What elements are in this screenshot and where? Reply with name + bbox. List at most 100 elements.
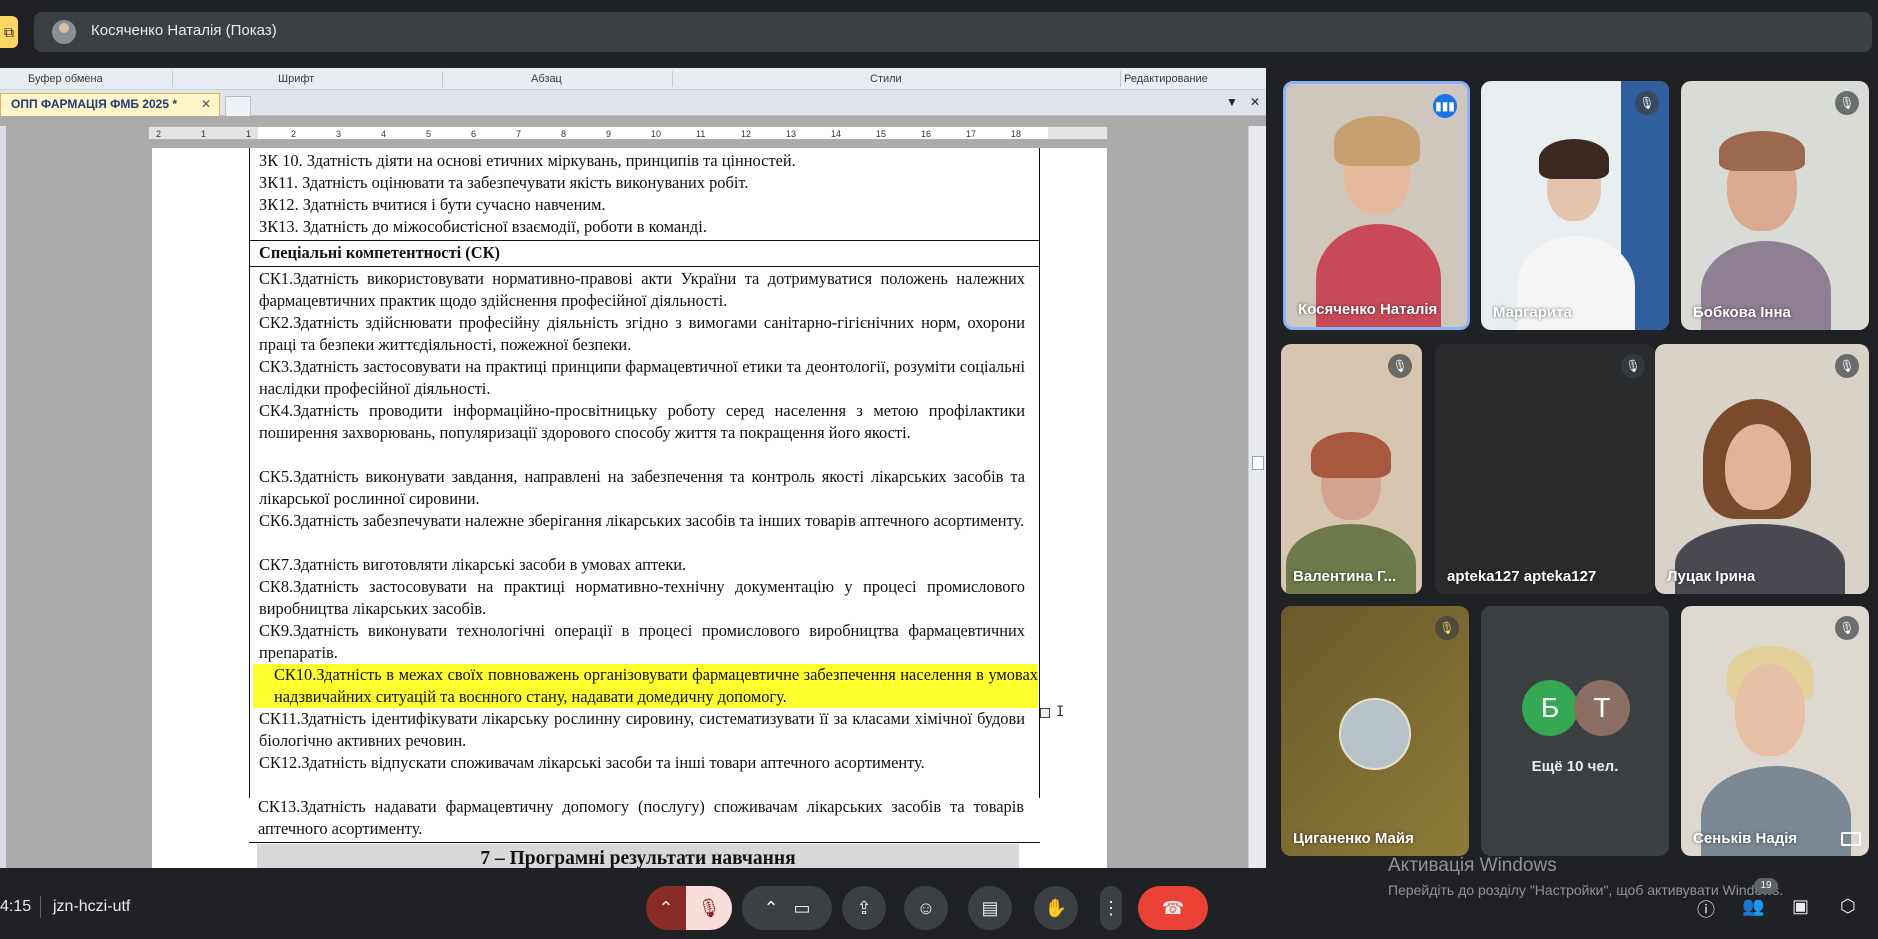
ruler-number: 4 (381, 129, 386, 139)
captions-icon: ▤ (981, 898, 999, 918)
document-page[interactable]: ЗК 10. Здатність діяти на основі етичних… (152, 148, 1107, 868)
ruler-number: 12 (741, 129, 751, 139)
emoji-icon: ☺ (916, 898, 936, 918)
pip-icon[interactable] (1841, 832, 1861, 846)
sk5-item: СК5.Здатність виконувати завдання, напра… (259, 467, 1025, 508)
scrollbar-thumb[interactable] (1252, 456, 1264, 470)
people-icon[interactable]: 👥 (1742, 896, 1764, 917)
close-window-icon[interactable]: ✕ (1250, 95, 1260, 109)
ruler-number: 6 (471, 129, 476, 139)
ruler-number: 2 (291, 129, 296, 139)
ruler-number: 1 (246, 129, 251, 139)
chat-icon[interactable]: ▣ (1792, 896, 1809, 917)
speaking-indicator-icon: ▮▮▮ (1433, 94, 1457, 118)
participant-name: Циганенко Майя (1293, 830, 1414, 847)
participant-tile-bobkova[interactable]: 🎙 Бобкова Інна (1681, 81, 1869, 330)
sk2-item: СК2.Здатність здійснювати професійну дія… (259, 313, 1025, 354)
sk11-item: СК11.Здатність ідентифікувати лікарську … (259, 709, 1025, 750)
document-tab-title: ОПП ФАРМАЦІЯ ФМБ 2025 * (11, 97, 177, 111)
mic-off-icon: 🎙 (1835, 91, 1859, 115)
camera-icon: ▭ (793, 898, 811, 918)
zk13-line: ЗК13. Здатність до міжособистісної взаєм… (259, 217, 707, 236)
participant-name: Луцак Ірина (1667, 568, 1756, 585)
participants-count-badge: 19 (1754, 878, 1778, 894)
ruler-number: 9 (606, 129, 611, 139)
competencies-table: ЗК 10. Здатність діяти на основі етичних… (249, 148, 1040, 798)
participant-tile-marharyta[interactable]: 🎙 Маргарита (1481, 81, 1669, 330)
sk10-item-highlighted[interactable]: СК10.Здатність в межах своїх повноважень… (253, 664, 1038, 708)
close-tab-icon[interactable]: ✕ (201, 97, 211, 111)
new-tab-button[interactable] (225, 96, 251, 116)
ruler-number: 17 (966, 129, 976, 139)
vertical-scrollbar[interactable] (1248, 126, 1266, 868)
participant-tile-kosyachenko[interactable]: ▮▮▮ Косяченко Наталія (1283, 81, 1470, 330)
sk8-item: СК8.Здатність застосовувати на практиці … (259, 577, 1025, 618)
camera-toggle-button[interactable]: ⌃ ▭ (742, 886, 832, 930)
presentation-bar (34, 12, 1872, 52)
participant-tile-apteka127[interactable]: 🎙 apteka127 apteka127 (1435, 344, 1655, 594)
participant-name: apteka127 apteka127 (1447, 568, 1597, 585)
ruler-number: 5 (426, 129, 431, 139)
ruler-number: 16 (921, 129, 931, 139)
ruler-number: 18 (1011, 129, 1021, 139)
present-icon: ⇪ (856, 898, 872, 918)
mic-off-icon: 🎙 (1388, 354, 1412, 378)
participant-name: Косяченко Наталія (1298, 301, 1438, 318)
zk10-line: ЗК 10. Здатність діяти на основі етичних… (259, 151, 796, 170)
mic-off-icon: 🎙 (1835, 616, 1859, 640)
paste-options-icon[interactable] (1040, 708, 1050, 718)
zk11-line: ЗК11. Здатність оцінювати та забезпечува… (259, 173, 749, 192)
mic-options-button[interactable]: ⌃ (646, 886, 686, 930)
present-screen-button[interactable]: ⇪ (842, 886, 886, 930)
document-tab[interactable]: ОПП ФАРМАЦІЯ ФМБ 2025 * ✕ (0, 93, 220, 116)
sk1-item: СК1.Здатність використовувати нормативно… (259, 269, 1025, 310)
activities-icon[interactable]: ⬡ (1840, 896, 1856, 917)
raise-hand-button[interactable]: ✋ (1034, 886, 1078, 930)
chevron-up-icon: ⌃ (763, 898, 779, 918)
participant-tile-lutsak[interactable]: 🎙 Луцак Ірина (1655, 344, 1869, 594)
ruler-number: 3 (336, 129, 341, 139)
ruler-number: 14 (831, 129, 841, 139)
mic-off-icon: 🎙 (1635, 91, 1659, 115)
leave-call-button[interactable]: ☎ (1138, 886, 1208, 930)
more-options-button[interactable]: ⋮ (1100, 886, 1122, 930)
participant-tile-tsyhanenko[interactable]: 🎙 Циганенко Майя (1281, 606, 1469, 856)
ribbon-group-editing: Редактирование (1124, 73, 1208, 85)
participant-name: Бобкова Інна (1693, 304, 1791, 321)
presenter-label: Косяченко Наталія (Показ) (91, 22, 277, 39)
ruler-number: 15 (876, 129, 886, 139)
results-heading: 7 – Програмні результати навчання (257, 844, 1019, 868)
zk12-line: ЗК12. Здатність вчитися і бути сучасно н… (259, 195, 606, 214)
sk3-item: СК3.Здатність застосовувати на практиці … (259, 357, 1025, 398)
tab-list-icon[interactable]: ▼ (1226, 95, 1238, 109)
ruler-number: 10 (651, 129, 661, 139)
ribbon-group-clipboard: Буфер обмена (28, 73, 103, 85)
ruler-number: 13 (786, 129, 796, 139)
ruler-numbers: 2 1 1 2 3 4 5 6 7 8 9 10 11 12 13 14 15 16 17 18 (156, 129, 1021, 139)
sk-heading: Спеціальні компетентності (СК) (259, 243, 500, 262)
microphone-toggle-button[interactable]: 🎙 (686, 886, 732, 930)
participant-initial-b: Б (1522, 680, 1578, 736)
mic-off-icon: 🎙 (1621, 354, 1645, 378)
sk7-item: СК7.Здатність виготовляти лікарські засо… (259, 555, 687, 574)
windows-activation-subtitle: Перейдіть до розділу "Настройки", щоб ак… (1388, 882, 1784, 898)
ribbon-group-paragraph: Абзац (531, 73, 562, 85)
participant-tile-senkiv[interactable]: 🎙 Сеньків Надія (1681, 606, 1869, 856)
sk4-item: СК4.Здатність проводити інформаційно-про… (259, 401, 1025, 442)
mic-off-icon: 🎙 (697, 898, 721, 918)
mic-off-icon: 🎙 (1835, 354, 1859, 378)
more-vert-icon: ⋮ (1102, 898, 1120, 918)
ruler-number: 11 (696, 129, 705, 139)
presenting-icon[interactable]: ⧉ (0, 16, 18, 48)
sk12-item: СК12.Здатність відпускати споживачам лік… (259, 753, 925, 772)
ruler-number: 1 (201, 129, 206, 139)
participant-tile-valentyna[interactable]: 🎙 Валентина Г... (1281, 344, 1422, 594)
text-cursor-icon: I (1056, 704, 1065, 720)
captions-button[interactable]: ▤ (968, 886, 1012, 930)
reactions-button[interactable]: ☺ (904, 886, 948, 930)
sk13-item: СК13.Здатність надавати фармацевтичну до… (258, 797, 1024, 838)
more-participants-tile[interactable]: Б Т Ещё 10 чел. (1481, 606, 1669, 856)
meeting-info-icon[interactable]: ⓘ (1697, 896, 1715, 922)
chevron-up-icon: ⌃ (658, 898, 674, 918)
presenter-avatar (52, 20, 76, 44)
